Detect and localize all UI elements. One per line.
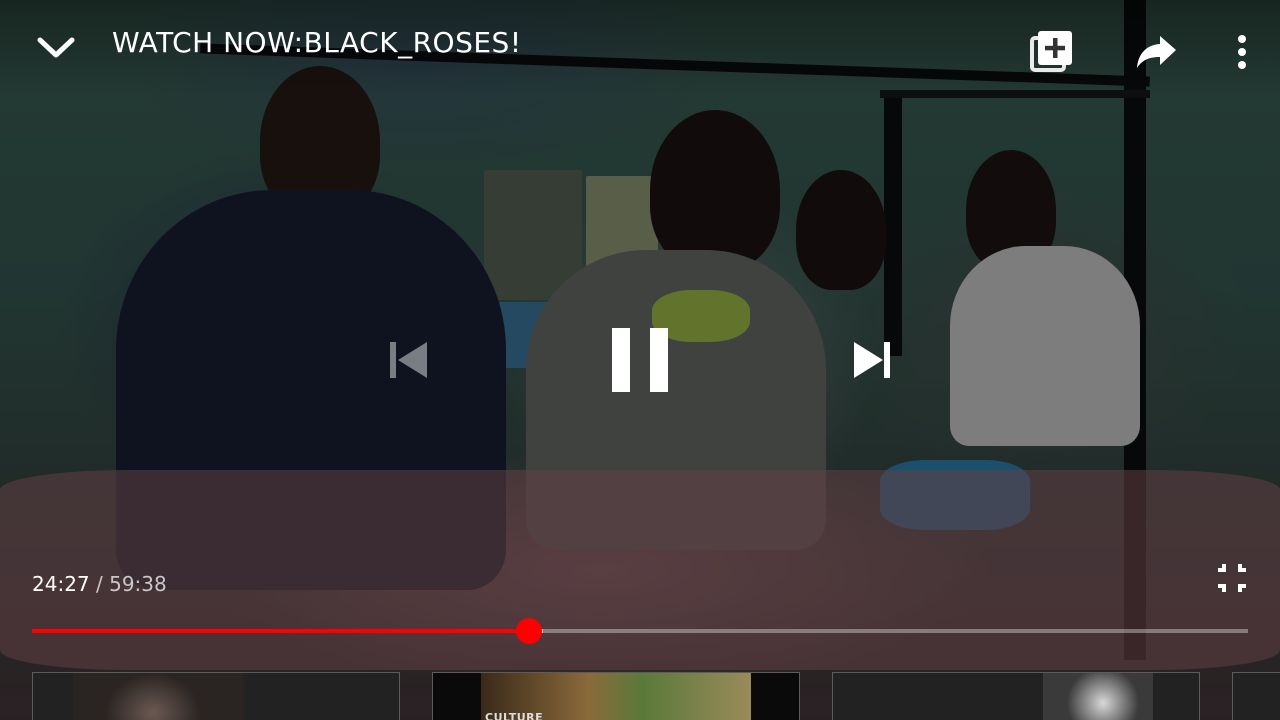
add-to-playlist-icon [1030, 31, 1072, 72]
collapse-button[interactable] [32, 26, 80, 70]
exit-fullscreen-button[interactable] [1214, 560, 1250, 596]
time-display: 24:27 / 59:38 [32, 572, 167, 596]
next-button[interactable] [848, 336, 896, 384]
seek-played [32, 629, 530, 633]
suggested-video-thumbnail [73, 673, 243, 720]
play-pause-button[interactable] [606, 324, 674, 396]
video-title: WATCH NOW:BLACK_ROSES! [112, 26, 522, 59]
add-to-playlist-button[interactable] [1028, 28, 1076, 76]
seek-bar[interactable] [32, 618, 1248, 644]
suggested-video-card[interactable] [32, 672, 400, 720]
previous-button[interactable] [384, 336, 432, 384]
share-icon [1137, 36, 1176, 68]
time-separator: / [89, 572, 110, 596]
skip-previous-icon [390, 342, 427, 378]
current-time: 24:27 [32, 572, 90, 596]
share-button[interactable] [1132, 30, 1180, 78]
chevron-down-icon [37, 37, 75, 58]
suggested-video-card[interactable]: CULTURE [432, 672, 800, 720]
more-vertical-icon [1238, 35, 1246, 69]
more-options-button[interactable] [1222, 30, 1262, 78]
exit-fullscreen-icon [1218, 564, 1246, 592]
player-top-bar: WATCH NOW:BLACK_ROSES! [0, 0, 1280, 96]
suggested-videos: CULTURE [0, 672, 1280, 720]
suggested-video-card[interactable] [832, 672, 1200, 720]
pause-icon [612, 328, 668, 392]
suggested-video-card[interactable] [1232, 672, 1280, 720]
total-duration: 59:38 [109, 572, 167, 596]
suggested-video-thumbnail [1043, 673, 1153, 720]
skip-next-icon [854, 342, 890, 378]
suggested-video-caption: CULTURE [485, 711, 544, 720]
